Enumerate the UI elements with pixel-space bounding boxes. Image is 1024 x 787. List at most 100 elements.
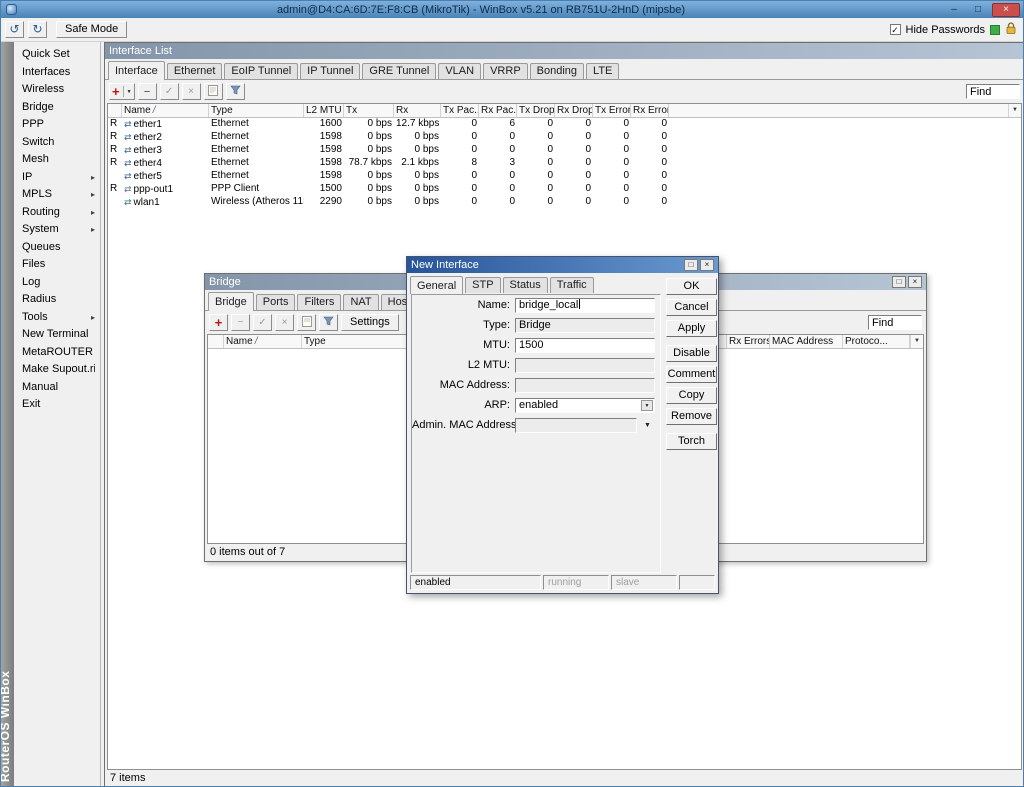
mtu-input[interactable]: 1500 bbox=[515, 338, 655, 353]
tab-gre-tunnel[interactable]: GRE Tunnel bbox=[362, 63, 436, 79]
tab-ports[interactable]: Ports bbox=[256, 294, 296, 310]
dialog-close-button[interactable]: × bbox=[700, 259, 714, 271]
find-input[interactable] bbox=[966, 84, 1020, 99]
bridge-find-input[interactable] bbox=[868, 315, 922, 330]
sidebar-item-quick-set[interactable]: Quick Set bbox=[14, 46, 100, 64]
tab-nat[interactable]: NAT bbox=[343, 294, 378, 310]
sidebar-item-ppp[interactable]: PPP bbox=[14, 116, 100, 134]
dialog-maximize-button[interactable]: □ bbox=[684, 259, 698, 271]
sidebar-item-metarouter[interactable]: MetaROUTER bbox=[14, 344, 100, 362]
new-interface-titlebar[interactable]: New Interface □ × bbox=[407, 257, 718, 273]
disable-button[interactable]: × bbox=[182, 83, 201, 100]
interface-row-ether2[interactable]: R ⇄ether2 Ethernet 1598 0 bps 0 bps 0 0 … bbox=[108, 131, 1021, 144]
sidebar-item-files[interactable]: Files bbox=[14, 256, 100, 274]
column-rx[interactable]: Rx bbox=[394, 104, 441, 117]
sidebar-item-tools[interactable]: Tools▸ bbox=[14, 309, 100, 327]
comment-button[interactable] bbox=[297, 314, 316, 331]
tab-lte[interactable]: LTE bbox=[586, 63, 619, 79]
sidebar-item-interfaces[interactable]: Interfaces bbox=[14, 64, 100, 82]
column-selector-button[interactable]: ▼ bbox=[910, 335, 923, 348]
sidebar-item-radius[interactable]: Radius bbox=[14, 291, 100, 309]
ok-button[interactable]: OK bbox=[666, 278, 717, 295]
enable-button[interactable]: ✓ bbox=[160, 83, 179, 100]
column-flags[interactable] bbox=[208, 335, 224, 348]
enable-button[interactable]: ✓ bbox=[253, 314, 272, 331]
torch-button[interactable]: Torch bbox=[666, 433, 717, 450]
remove-button[interactable]: − bbox=[231, 314, 250, 331]
add-bridge-button[interactable]: + bbox=[209, 314, 228, 331]
sidebar-item-mpls[interactable]: MPLS▸ bbox=[14, 186, 100, 204]
os-titlebar[interactable]: admin@D4:CA:6D:7E:F8:CB (MikroTik) - Win… bbox=[1, 1, 1023, 18]
column-rx-errors[interactable]: Rx Errors bbox=[727, 335, 770, 348]
column-mac-address[interactable]: MAC Address bbox=[770, 335, 843, 348]
tab-status[interactable]: Status bbox=[503, 277, 548, 293]
tab-traffic[interactable]: Traffic bbox=[550, 277, 594, 293]
interface-row-ether3[interactable]: R ⇄ether3 Ethernet 1598 0 bps 0 bps 0 0 … bbox=[108, 144, 1021, 157]
redo-button[interactable]: ↻ bbox=[28, 21, 47, 38]
interface-list-titlebar[interactable]: Interface List bbox=[105, 43, 1024, 59]
interface-row-ppp-out1[interactable]: R ⇄ppp-out1 PPP Client 1500 0 bps 0 bps … bbox=[108, 183, 1021, 196]
column-selector-button[interactable]: ▼ bbox=[1008, 104, 1021, 117]
sidebar-item-make-supout-rif[interactable]: Make Supout.rif bbox=[14, 361, 100, 379]
column-tx-drops[interactable]: Tx Drops bbox=[517, 104, 555, 117]
close-button[interactable]: × bbox=[992, 3, 1020, 17]
filter-button[interactable] bbox=[319, 314, 338, 331]
bridge-maximize-button[interactable]: □ bbox=[892, 276, 906, 288]
safe-mode-button[interactable]: Safe Mode bbox=[56, 21, 127, 38]
tab-eoip-tunnel[interactable]: EoIP Tunnel bbox=[224, 63, 298, 79]
cancel-button[interactable]: Cancel bbox=[666, 299, 717, 316]
add-interface-button[interactable]: + ▼ bbox=[109, 83, 135, 100]
interface-row-ether5[interactable]: ⇄ether5 Ethernet 1598 0 bps 0 bps 0 0 0 … bbox=[108, 170, 1021, 183]
column-type[interactable]: Type bbox=[209, 104, 304, 117]
name-input[interactable]: bridge_local bbox=[515, 298, 655, 313]
tab-interface[interactable]: Interface bbox=[108, 61, 165, 80]
sidebar-item-mesh[interactable]: Mesh bbox=[14, 151, 100, 169]
interface-row-ether4[interactable]: R ⇄ether4 Ethernet 1598 78.7 kbps 2.1 kb… bbox=[108, 157, 1021, 170]
admin-mac-dropdown-icon[interactable]: ▼ bbox=[644, 422, 651, 429]
sidebar-item-exit[interactable]: Exit bbox=[14, 396, 100, 414]
maximize-button[interactable]: □ bbox=[966, 3, 990, 17]
hide-passwords-checkbox[interactable]: ✓ bbox=[890, 24, 901, 35]
interface-row-ether1[interactable]: R ⇄ether1 Ethernet 1600 0 bps 12.7 kbps … bbox=[108, 118, 1021, 131]
sidebar-item-log[interactable]: Log bbox=[14, 274, 100, 292]
column-tx[interactable]: Tx bbox=[344, 104, 394, 117]
tab-vrrp[interactable]: VRRP bbox=[483, 63, 528, 79]
column-protocol-mode[interactable]: Protoco... bbox=[843, 335, 910, 348]
column-name[interactable]: Name/ bbox=[122, 104, 209, 117]
remove-button[interactable]: Remove bbox=[666, 408, 717, 425]
column-rx-packets[interactable]: Rx Pac... bbox=[479, 104, 517, 117]
column-l2mtu[interactable]: L2 MTU bbox=[304, 104, 344, 117]
column-rx-drops[interactable]: Rx Drops bbox=[555, 104, 593, 117]
tab-ip-tunnel[interactable]: IP Tunnel bbox=[300, 63, 360, 79]
filter-button[interactable] bbox=[226, 83, 245, 100]
column-tx-packets[interactable]: Tx Pac... bbox=[441, 104, 479, 117]
tab-general[interactable]: General bbox=[410, 276, 463, 294]
tab-filters[interactable]: Filters bbox=[297, 294, 341, 310]
minimize-button[interactable]: – bbox=[942, 3, 966, 17]
tab-bridge[interactable]: Bridge bbox=[208, 292, 254, 311]
tab-stp[interactable]: STP bbox=[465, 277, 500, 293]
bridge-close-button[interactable]: × bbox=[908, 276, 922, 288]
sidebar-item-switch[interactable]: Switch bbox=[14, 134, 100, 152]
column-tx-errors[interactable]: Tx Errors bbox=[593, 104, 631, 117]
tab-ethernet[interactable]: Ethernet bbox=[167, 63, 223, 79]
remove-button[interactable]: − bbox=[138, 83, 157, 100]
arp-dropdown-icon[interactable]: ▼ bbox=[641, 400, 653, 411]
copy-button[interactable]: Copy bbox=[666, 387, 717, 404]
arp-select[interactable]: enabled▼ bbox=[515, 398, 655, 413]
sidebar-item-wireless[interactable]: Wireless bbox=[14, 81, 100, 99]
sidebar-item-ip[interactable]: IP▸ bbox=[14, 169, 100, 187]
undo-button[interactable]: ↺ bbox=[5, 21, 24, 38]
sidebar-item-queues[interactable]: Queues bbox=[14, 239, 100, 257]
tab-vlan[interactable]: VLAN bbox=[438, 63, 481, 79]
hide-passwords-label[interactable]: Hide Passwords bbox=[906, 24, 985, 36]
sidebar-item-system[interactable]: System▸ bbox=[14, 221, 100, 239]
sidebar-item-manual[interactable]: Manual bbox=[14, 379, 100, 397]
column-flags[interactable] bbox=[108, 104, 122, 117]
sidebar-item-new-terminal[interactable]: New Terminal bbox=[14, 326, 100, 344]
sidebar-item-bridge[interactable]: Bridge bbox=[14, 99, 100, 117]
interface-row-wlan1[interactable]: ⇄wlan1 Wireless (Atheros 11N) 2290 0 bps… bbox=[108, 196, 1021, 209]
comment-button[interactable]: Comment bbox=[666, 366, 717, 383]
settings-button[interactable]: Settings bbox=[341, 314, 399, 331]
apply-button[interactable]: Apply bbox=[666, 320, 717, 337]
